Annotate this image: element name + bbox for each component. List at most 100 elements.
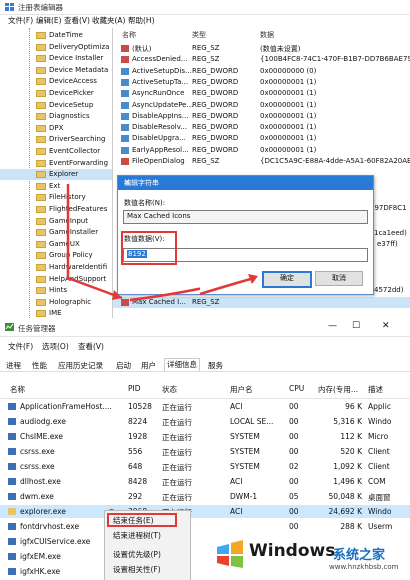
- value-row[interactable]: FileOpenDialog REG_SZ {DC1C5A9C-E88A-4dde-…: [113, 156, 410, 167]
- menu-edit[interactable]: 编辑(E): [36, 15, 62, 26]
- menu-options[interactable]: 选项(O): [42, 341, 69, 352]
- menu-file[interactable]: 文件(F): [8, 341, 33, 352]
- process-row[interactable]: dwm.exe 292 正在运行 DWM-1 05 50,048 K 桌面窗: [0, 490, 410, 503]
- tree-item[interactable]: Device Installer: [0, 53, 112, 64]
- process-user: ACI: [230, 402, 243, 411]
- col-pid[interactable]: PID: [128, 384, 141, 393]
- col-cpu[interactable]: CPU: [289, 384, 304, 393]
- value-name: ActiveSetupTa...: [132, 77, 189, 86]
- folder-icon: [36, 252, 46, 260]
- menu-view[interactable]: 查看(V): [78, 341, 104, 352]
- folder-icon: [36, 90, 46, 97]
- menu-end-process-tree[interactable]: 结束进程树(T): [105, 528, 190, 542]
- process-status: 正在运行: [162, 403, 192, 412]
- ok-button[interactable]: 确定: [262, 271, 312, 288]
- taskmgr-tabs: 进程 性能 应用历史记录 启动 用户 详细信息 服务: [0, 358, 410, 372]
- folder-icon: [36, 159, 46, 167]
- close-icon[interactable]: ✕: [382, 321, 390, 331]
- tab-performance[interactable]: 性能: [32, 360, 47, 371]
- value-row[interactable]: EarlyAppResol... REG_DWORD 0x00000001 (1): [113, 145, 410, 156]
- value-row[interactable]: DisableUpgra... REG_DWORD 0x00000001 (1): [113, 133, 410, 144]
- process-status: 正在运行: [162, 448, 192, 457]
- menu-set-affinity[interactable]: 设置相关性(F): [105, 562, 190, 576]
- value-row[interactable]: DisableResolv... REG_DWORD 0x00000001 (1): [113, 122, 410, 133]
- process-row[interactable]: dllhost.exe 8428 正在运行 ACI 00 1,496 K COM: [0, 475, 410, 488]
- value-row[interactable]: DisableAppIns... REG_DWORD 0x00000001 (1): [113, 111, 410, 122]
- col-memory[interactable]: 内存(专用...: [318, 384, 358, 395]
- folder-icon: [36, 217, 46, 225]
- col-data[interactable]: 数据: [260, 30, 274, 40]
- value-name: (默认): [132, 45, 152, 53]
- value-row[interactable]: (默认) REG_SZ (数值未设置): [113, 43, 410, 54]
- tree-item[interactable]: DateTime: [0, 30, 112, 41]
- tree-item-label: Explorer: [49, 170, 79, 179]
- tree-item[interactable]: EventForwarding: [0, 158, 112, 169]
- process-row[interactable]: csrss.exe 648 正在运行 SYSTEM 02 1,092 K Client: [0, 460, 410, 473]
- col-description[interactable]: 描述: [368, 384, 383, 395]
- process-row[interactable]: csrss.exe 556 正在运行 SYSTEM 00 520 K Client: [0, 445, 410, 458]
- process-icon: [8, 568, 16, 575]
- tree-item[interactable]: Device Metadata: [0, 65, 112, 76]
- value-data: 0x00000001 (1): [260, 77, 317, 86]
- value-row[interactable]: ActiveSetupTa... REG_DWORD 0x00000001 (1): [113, 77, 410, 88]
- process-description: Micro: [368, 432, 389, 441]
- menu-end-task[interactable]: 结束任务(E): [105, 513, 190, 527]
- process-cpu: 00: [289, 447, 299, 456]
- col-name[interactable]: 名称: [10, 384, 25, 395]
- partial-data: e37ff): [377, 240, 398, 248]
- col-type[interactable]: 类型: [192, 30, 206, 40]
- value-row[interactable]: AsyncUpdatePe... REG_DWORD 0x00000001 (1): [113, 100, 410, 111]
- col-status[interactable]: 状态: [162, 384, 177, 395]
- tree-item[interactable]: DriverSearching: [0, 134, 112, 145]
- tree-item[interactable]: DPX: [0, 123, 112, 134]
- value-name: ActiveSetupDis...: [132, 66, 192, 75]
- col-name[interactable]: 名称: [122, 30, 136, 40]
- process-row[interactable]: explorer.exe3068正在运行ACI0024,692 KWindo●: [0, 505, 410, 518]
- value-row[interactable]: ActiveSetupDis... REG_DWORD 0x00000000 (0): [113, 66, 410, 77]
- col-username[interactable]: 用户名: [230, 384, 253, 395]
- process-name: igfxCUIService.exe: [20, 537, 91, 546]
- maximize-icon[interactable]: ☐: [352, 321, 360, 331]
- process-status: 正在运行: [162, 433, 192, 442]
- value-name: DisableAppIns...: [132, 111, 189, 120]
- tab-processes[interactable]: 进程: [6, 360, 21, 371]
- value-type: REG_SZ: [192, 44, 220, 52]
- value-data: 0x00000001 (1): [260, 134, 317, 143]
- tab-users[interactable]: 用户: [141, 360, 156, 371]
- tree-item[interactable]: Explorer: [0, 169, 112, 181]
- folder-icon: [36, 229, 46, 237]
- value-row[interactable]: AsyncRunOnce REG_DWORD 0x00000001 (1): [113, 88, 410, 99]
- tree-item[interactable]: DeviceAccess: [0, 76, 112, 87]
- menu-set-priority[interactable]: 设置优先级(P): [105, 547, 190, 561]
- process-row[interactable]: ApplicationFrameHost.... 10528 正在运行 ACI 00 96…: [0, 400, 410, 413]
- value-data: 0x00000000 (0): [260, 66, 317, 75]
- value-type: REG_DWORD: [192, 145, 239, 154]
- value-data: {100B4FC8-74C1-470F-B1B7-DD7B6BAE79B: [260, 55, 410, 64]
- menu-file[interactable]: 文件(F): [8, 15, 33, 26]
- cancel-button[interactable]: 取消: [315, 271, 363, 286]
- menu-help[interactable]: 帮助(H): [128, 15, 155, 26]
- tab-startup[interactable]: 启动: [116, 360, 131, 371]
- folder-icon: [36, 275, 46, 283]
- value-row[interactable]: AccessDenied... REG_SZ {100B4FC8-74C1-470F…: [113, 54, 410, 65]
- process-row[interactable]: audiodg.exe 8224 正在运行 LOCAL SE... 00 5,316 K W…: [0, 415, 410, 428]
- tree-item[interactable]: Diagnostics: [0, 111, 112, 122]
- tab-services[interactable]: 服务: [208, 360, 223, 371]
- process-row[interactable]: fontdrvhost.exe 00 288 K Userm: [0, 520, 410, 533]
- partial-data: 1ca1eed): [374, 229, 407, 237]
- tree-item[interactable]: DeliveryOptimiza: [0, 42, 112, 53]
- value-name: AsyncRunOnce: [132, 89, 185, 98]
- process-row[interactable]: ChsIME.exe 1928 正在运行 SYSTEM 00 112 K Micro: [0, 430, 410, 443]
- menu-favorites[interactable]: 收藏夹(A): [92, 15, 125, 26]
- tree-item[interactable]: EventCollector: [0, 146, 112, 157]
- process-name: dwm.exe: [20, 492, 54, 501]
- tree-item[interactable]: DevicePicker: [0, 88, 112, 99]
- tab-app-history[interactable]: 应用历史记录: [58, 360, 103, 371]
- process-user: ACI: [230, 507, 243, 516]
- process-description: Client: [368, 462, 390, 471]
- menu-view[interactable]: 查看(V): [64, 15, 90, 26]
- tree-item[interactable]: DeviceSetup: [0, 100, 112, 111]
- tab-details[interactable]: 详细信息: [164, 358, 200, 371]
- minimize-icon[interactable]: —: [328, 321, 337, 331]
- folder-icon: [36, 32, 46, 39]
